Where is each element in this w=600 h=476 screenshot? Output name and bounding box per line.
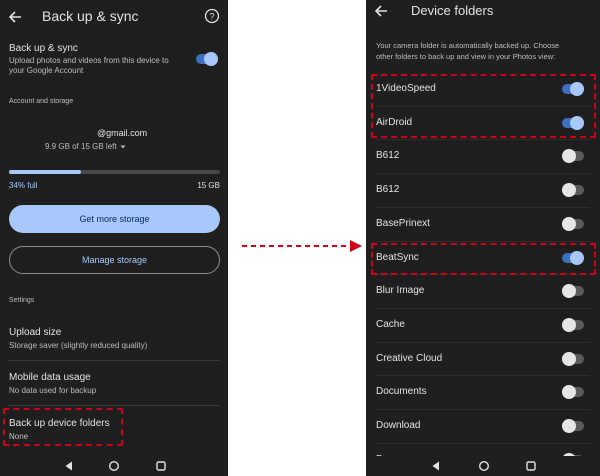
dashed-arrow-icon — [242, 240, 362, 252]
divider — [376, 139, 590, 141]
folder-row[interactable]: Download — [366, 409, 600, 443]
backup-sync-title: Back up & sync — [9, 43, 78, 54]
backup-sync-desc-line2: your Google Account — [9, 66, 84, 75]
folder-name: B612 — [376, 150, 400, 162]
back-triangle-icon[interactable] — [430, 460, 442, 472]
svg-text:?: ? — [209, 11, 214, 21]
page-title: Device folders — [411, 3, 494, 18]
folder-name: B612 — [376, 184, 400, 196]
divider — [8, 360, 220, 361]
backup-sync-toggle[interactable] — [196, 52, 218, 66]
storage-left: 9.9 GB of 15 GB left — [45, 142, 117, 151]
system-nav-bar — [366, 456, 600, 476]
manage-storage-button[interactable]: Manage storage — [9, 246, 220, 274]
divider — [8, 405, 220, 406]
divider — [376, 375, 590, 377]
divider — [376, 173, 590, 175]
backup-sync-desc-line1: Upload photos and videos from this devic… — [9, 56, 169, 65]
home-circle-icon[interactable] — [108, 460, 120, 472]
folder-toggle[interactable] — [562, 385, 584, 400]
divider — [376, 409, 590, 410]
folder-toggle[interactable] — [562, 183, 584, 198]
folder-toggle[interactable] — [562, 216, 584, 231]
storage-percent: 34% full — [9, 181, 38, 190]
folders-description-line1: Your camera folder is automatically back… — [376, 41, 560, 50]
page-title: Back up & sync — [42, 8, 139, 24]
settings-header: Settings — [9, 297, 35, 304]
folder-row[interactable]: Blur Image — [366, 274, 600, 308]
chevron-down-icon — [120, 145, 126, 149]
storage-total: 15 GB — [197, 181, 220, 190]
get-more-storage-button[interactable]: Get more storage — [9, 205, 220, 233]
folders-description-line2: other folders to back up and view in you… — [376, 52, 556, 61]
divider — [376, 442, 590, 444]
device-folders-screen: Device folders Your camera folder is aut… — [366, 0, 600, 476]
app-bar: Device folders — [366, 0, 600, 34]
folder-toggle[interactable] — [562, 351, 584, 366]
storage-progress-bar — [9, 170, 220, 174]
folder-name: Creative Cloud — [376, 352, 443, 364]
folder-name: Cache — [376, 318, 405, 330]
folder-toggle[interactable] — [562, 149, 584, 164]
account-storage-header: Account and storage — [9, 98, 74, 105]
folder-toggle[interactable] — [562, 419, 584, 433]
back-arrow-icon[interactable] — [372, 1, 392, 21]
highlight-box — [371, 74, 596, 138]
folder-row[interactable]: Documents — [366, 375, 600, 409]
folder-row[interactable]: B612 — [366, 173, 600, 207]
recents-square-icon[interactable] — [525, 460, 537, 472]
upload-size-title: Upload size — [9, 327, 62, 338]
folder-row[interactable]: BasePrinext — [366, 206, 600, 241]
recents-square-icon[interactable] — [155, 460, 167, 472]
folder-name: Documents — [376, 386, 427, 398]
divider — [376, 206, 590, 208]
help-icon[interactable]: ? — [204, 8, 220, 24]
folder-row[interactable]: B612 — [366, 139, 600, 173]
folder-toggle[interactable] — [562, 317, 584, 332]
back-triangle-icon[interactable] — [63, 460, 75, 472]
folder-row[interactable]: Creative Cloud — [366, 341, 600, 376]
divider — [376, 240, 590, 242]
folder-name: Download — [376, 420, 421, 431]
mobile-data-value: No data used for backup — [9, 386, 97, 395]
highlight-box — [3, 408, 123, 446]
divider — [376, 341, 590, 343]
app-bar: Back up & sync ? — [0, 0, 228, 34]
folder-toggle[interactable] — [562, 284, 584, 299]
home-circle-icon[interactable] — [478, 460, 490, 472]
mobile-data-title: Mobile data usage — [9, 372, 91, 383]
backup-sync-screen: Back up & sync ? Back up & sync Upload p… — [0, 0, 228, 476]
upload-size-value: Storage saver (slightly reduced quality) — [9, 341, 148, 350]
folder-row[interactable]: Cache — [366, 307, 600, 342]
highlight-box — [371, 243, 596, 275]
account-email: @gmail.com — [97, 128, 148, 138]
back-arrow-icon[interactable] — [6, 7, 26, 27]
system-nav-bar — [0, 456, 228, 476]
folder-name: BasePrinext — [376, 217, 430, 229]
divider — [376, 307, 590, 309]
folder-name: Blur Image — [376, 285, 425, 297]
